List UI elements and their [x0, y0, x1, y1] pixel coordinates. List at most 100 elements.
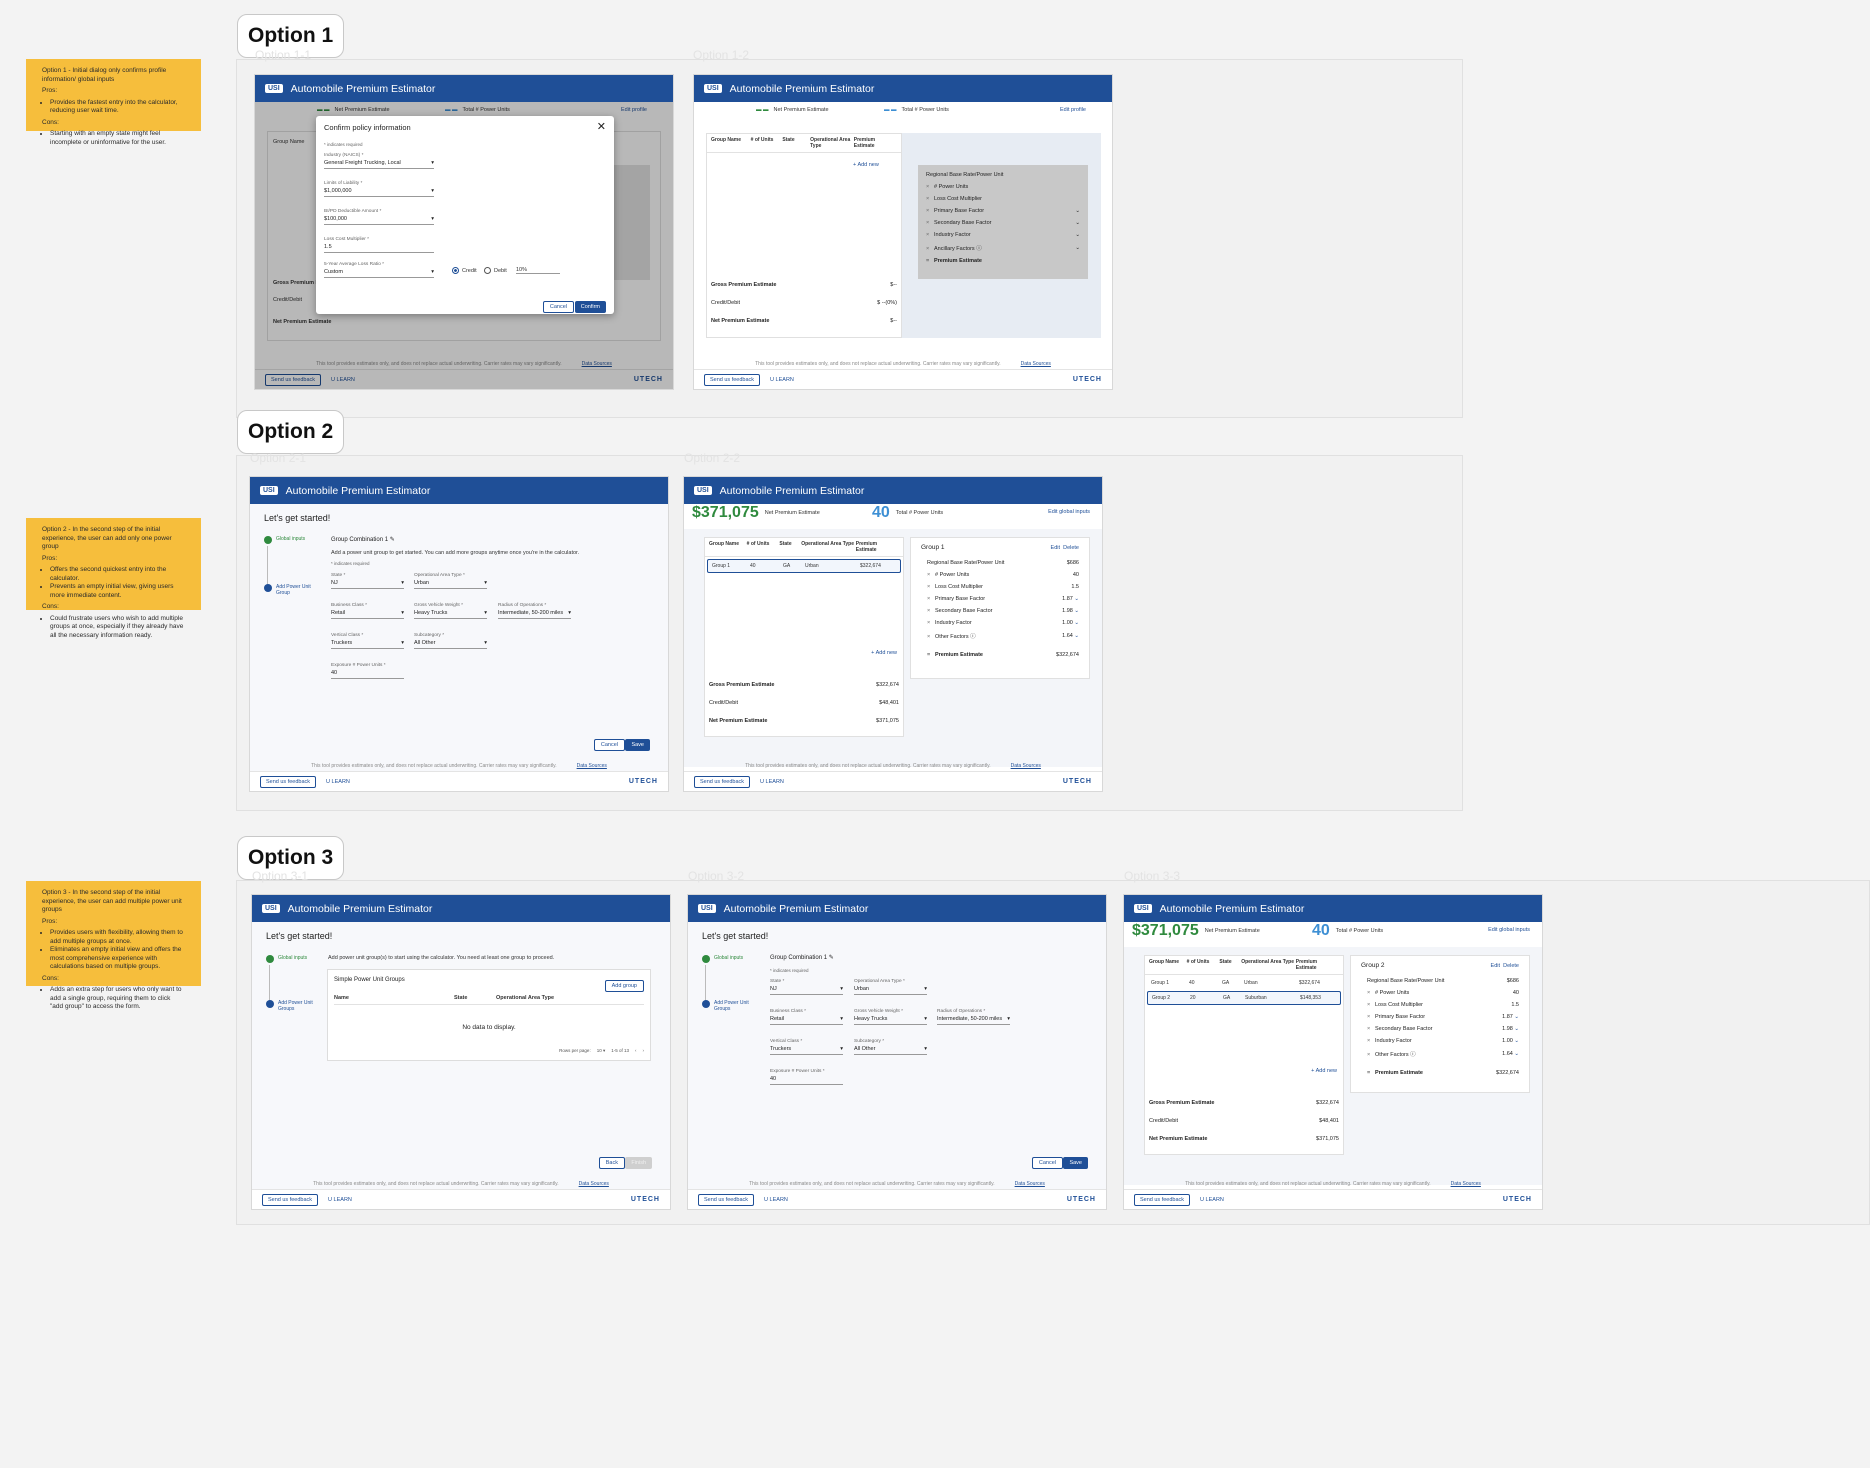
ulearn-link[interactable]: U LEARN [760, 779, 784, 785]
pencil-icon[interactable]: ✎ [390, 537, 395, 543]
expand-icon[interactable]: ⌄ [1074, 608, 1079, 614]
loss-cost-field[interactable]: Loss Cost Multiplier * 1.5 [324, 237, 434, 253]
expand-icon[interactable]: ⌄ [1075, 220, 1080, 226]
info-icon[interactable]: ⓘ [976, 246, 982, 252]
net-premium-value: $371,075 [1132, 922, 1199, 939]
factor-value: $322,674 [1496, 1070, 1519, 1076]
ulearn-link[interactable]: U LEARN [1200, 1197, 1224, 1203]
pencil-icon[interactable]: ✎ [829, 955, 834, 961]
feedback-button[interactable]: Send us feedback [704, 373, 761, 386]
feedback-button[interactable]: Send us feedback [260, 775, 317, 788]
radius-field[interactable]: Radius of Operations * Intermediate, 50-2… [498, 603, 571, 619]
expand-icon[interactable]: ⌄ [1514, 1038, 1519, 1044]
expand-icon[interactable]: ⌄ [1074, 633, 1079, 639]
edit-global-link[interactable]: Edit global inputs [1048, 509, 1090, 515]
loss-ratio-field[interactable]: 5-Year Average Loss Ratio * Custom ▾ [324, 262, 434, 278]
expand-icon[interactable]: ⌄ [1074, 596, 1079, 602]
gvw-field[interactable]: Gross Vehicle Weight * Heavy Trucks ▾ [854, 1009, 927, 1025]
step-global[interactable]: Global inputs [266, 955, 307, 963]
debit-radio[interactable]: Debit [484, 267, 507, 274]
data-sources-link[interactable]: Data Sources [577, 763, 607, 769]
edit-global-link[interactable]: Edit global inputs [1488, 927, 1530, 933]
factor-panel: Regional Base Rate/Power Unit × # Power U… [902, 133, 1101, 338]
vertical-class-field[interactable]: Vertical Class * Truckers ▾ [770, 1039, 843, 1055]
info-icon[interactable]: ⓘ [1410, 1052, 1416, 1058]
vertical-class-field[interactable]: Vertical Class * Truckers ▾ [331, 633, 404, 649]
add-new-link[interactable]: + Add new [1311, 1068, 1337, 1074]
subcategory-field[interactable]: Subcategory * All Other ▾ [414, 633, 487, 649]
area-field[interactable]: Operational Area Type * Urban ▾ [854, 979, 927, 995]
business-class-field[interactable]: Business Class * Retail ▾ [770, 1009, 843, 1025]
edit-profile-link[interactable]: Edit profile [1060, 107, 1086, 113]
exposure-field[interactable]: Exposure # Power Units * 40 [331, 663, 404, 679]
confirm-button[interactable]: Confirm [574, 301, 606, 313]
credit-radio[interactable]: Credit [452, 267, 477, 274]
add-new-link[interactable]: + Add new [871, 650, 897, 656]
save-button[interactable]: Save [1063, 1157, 1088, 1169]
table-row[interactable]: Group 1 40 GA Urban $322,674 [707, 559, 901, 573]
expand-icon[interactable]: ⌄ [1074, 620, 1079, 626]
prev-page-icon[interactable]: ‹ [635, 1048, 637, 1054]
add-new-label: Add new [875, 650, 897, 656]
feedback-button[interactable]: Send us feedback [698, 1193, 755, 1206]
info-icon[interactable]: ⓘ [970, 634, 976, 640]
business-class-field[interactable]: Business Class * Retail ▾ [331, 603, 404, 619]
save-button[interactable]: Save [625, 739, 650, 751]
edit-link[interactable]: Edit [1051, 545, 1060, 551]
feedback-button[interactable]: Send us feedback [262, 1193, 319, 1206]
deductible-field[interactable]: BI/PD Deductible Amount * $100,000 ▾ [324, 209, 434, 225]
cancel-button[interactable]: Cancel [1031, 1157, 1063, 1169]
expand-icon[interactable]: ⌄ [1514, 1014, 1519, 1020]
edit-link[interactable]: Edit [1491, 963, 1500, 969]
expand-icon[interactable]: ⌄ [1075, 245, 1080, 251]
table-row[interactable]: Group 2 20 GA Suburban $148,353 [1147, 991, 1341, 1005]
data-sources-link[interactable]: Data Sources [579, 1181, 609, 1187]
feedback-button[interactable]: Send us feedback [694, 775, 751, 788]
feedback-button[interactable]: Send us feedback [1134, 1193, 1191, 1206]
data-sources-link[interactable]: Data Sources [1015, 1181, 1045, 1187]
expand-icon[interactable]: ⌄ [1075, 232, 1080, 238]
delete-link[interactable]: Delete [1503, 963, 1519, 969]
gvw-field[interactable]: Gross Vehicle Weight * Heavy Trucks ▾ [414, 603, 487, 619]
delete-link[interactable]: Delete [1063, 545, 1079, 551]
state-field[interactable]: State * NJ ▾ [770, 979, 843, 995]
close-icon[interactable]: ✕ [597, 120, 606, 133]
next-page-icon[interactable]: › [643, 1048, 645, 1054]
radius-field[interactable]: Radius of Operations * Intermediate, 50-2… [937, 1009, 1010, 1025]
ulearn-link[interactable]: U LEARN [326, 779, 350, 785]
col-header: Operational Area Type [801, 541, 854, 547]
ulearn-link[interactable]: U LEARN [328, 1197, 352, 1203]
factor-row: × Other Factors ⓘ 1.64 ⌄ [927, 629, 1079, 643]
data-sources-link[interactable]: Data Sources [1451, 1181, 1481, 1187]
ulearn-link[interactable]: U LEARN [770, 377, 794, 383]
exposure-field[interactable]: Exposure # Power Units * 40 [770, 1069, 843, 1085]
expand-icon[interactable]: ⌄ [1075, 208, 1080, 214]
state-field[interactable]: State * NJ ▾ [331, 573, 404, 589]
rows-per-page-select[interactable]: 10 ▾ [597, 1048, 606, 1054]
step-global[interactable]: Global inputs [702, 955, 743, 963]
step-add-group[interactable]: Add Power Unit Group [264, 584, 312, 596]
step-global[interactable]: Global inputs [264, 536, 305, 544]
industry-field[interactable]: Industry (NAICS) * General Freight Trucki… [324, 153, 434, 169]
add-group-button[interactable]: Add group [604, 980, 644, 992]
expand-icon[interactable]: ⌄ [1514, 1051, 1519, 1057]
step-add-groups[interactable]: Add Power Unit Groups [702, 1000, 752, 1012]
step-add-groups[interactable]: Add Power Unit Groups [266, 1000, 316, 1012]
data-sources-link[interactable]: Data Sources [1011, 763, 1041, 769]
finish-button[interactable]: Finish [625, 1157, 652, 1169]
data-sources-link[interactable]: Data Sources [1021, 361, 1051, 367]
ulearn-link[interactable]: U LEARN [764, 1197, 788, 1203]
cancel-button[interactable]: Cancel [542, 301, 574, 313]
percent-input[interactable]: 10% [516, 267, 560, 274]
back-button[interactable]: Back [598, 1157, 625, 1169]
add-new-link[interactable]: + Add new [853, 162, 879, 168]
subcategory-field[interactable]: Subcategory * All Other ▾ [854, 1039, 927, 1055]
units-dash: ▬ ▬ [884, 107, 897, 113]
expand-icon[interactable]: ⌄ [1514, 1026, 1519, 1032]
usi-logo: USI [262, 904, 280, 913]
table-row[interactable]: Group 1 40 GA Urban $322,674 [1147, 977, 1341, 989]
cancel-button[interactable]: Cancel [593, 739, 625, 751]
area-field[interactable]: Operational Area Type * Urban ▾ [414, 573, 487, 589]
limits-field[interactable]: Limits of Liability * $1,000,000 ▾ [324, 181, 434, 197]
factor-value: 1.98 [1502, 1026, 1513, 1032]
